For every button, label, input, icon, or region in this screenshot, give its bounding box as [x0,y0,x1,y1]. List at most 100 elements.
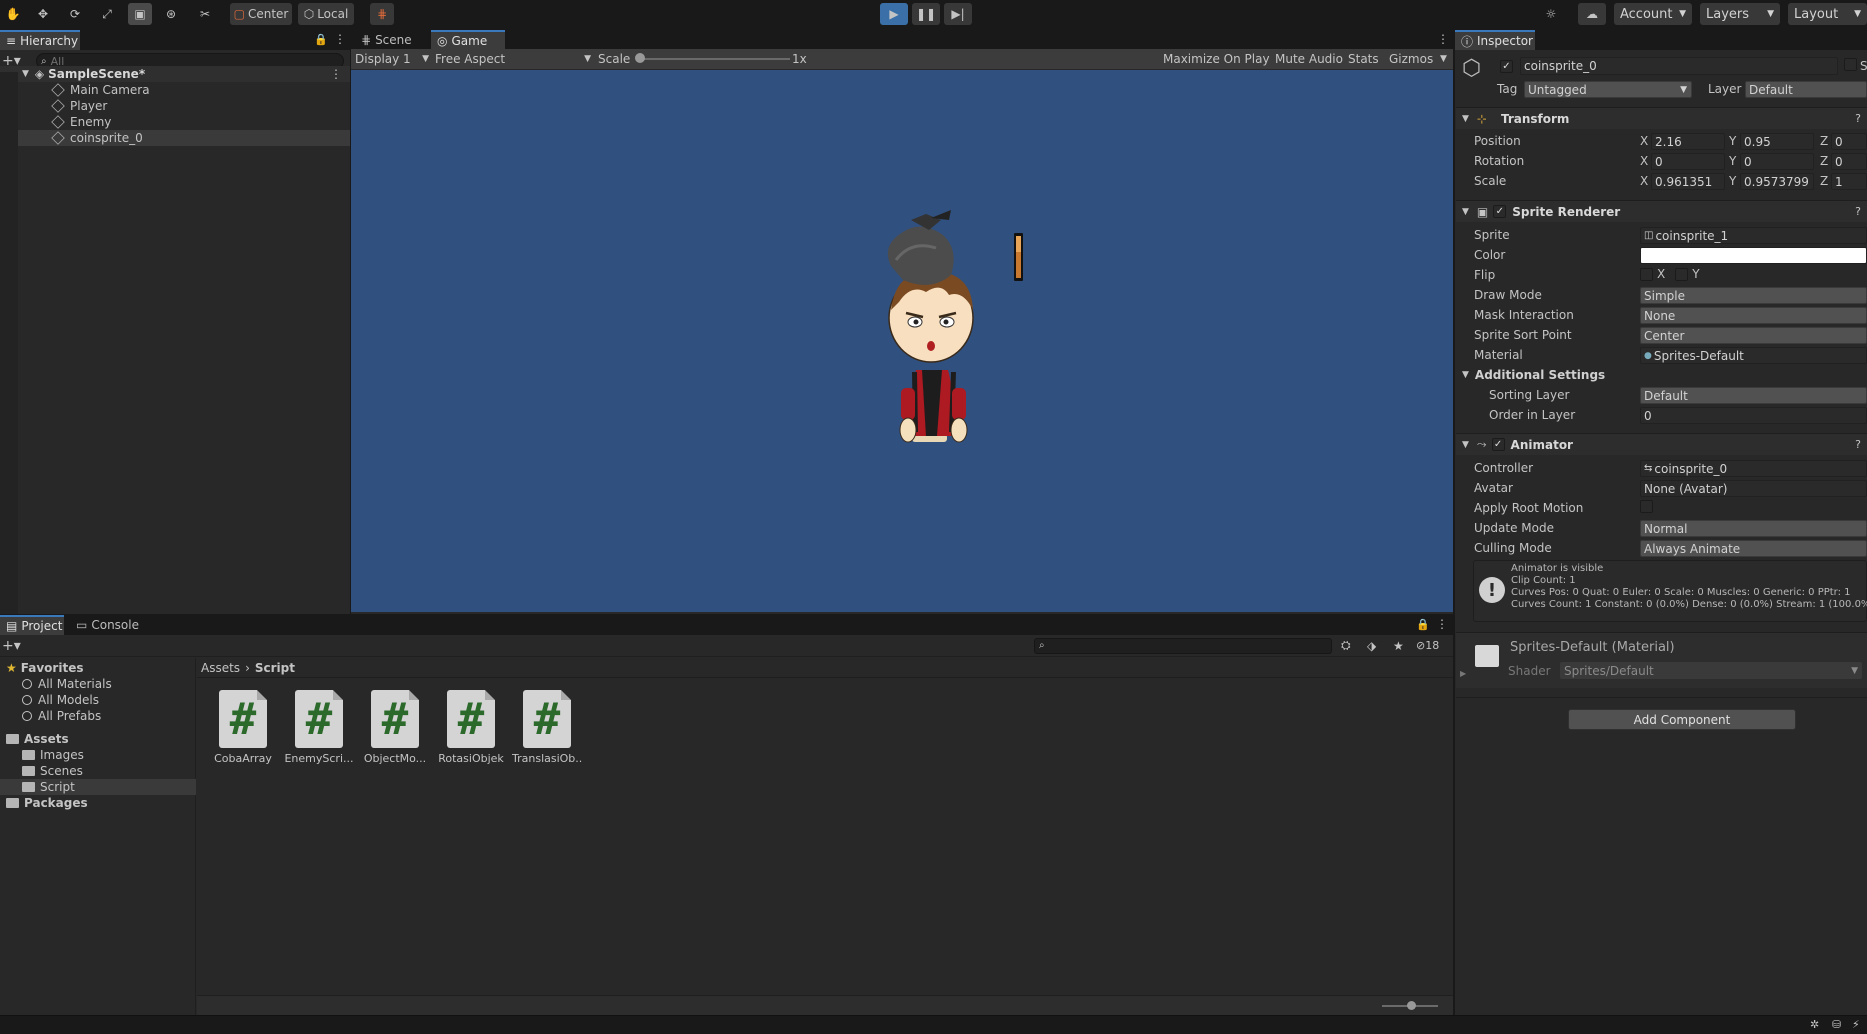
hierarchy-item-main-camera[interactable]: Main Camera [0,82,350,98]
display-dropdown[interactable]: Display 1 ▼ [353,50,429,68]
pivot-local-toggle[interactable]: ⬡ Local [298,3,354,25]
scale-slider-handle[interactable] [635,53,645,63]
scale-y[interactable]: 0.9573799 [1740,173,1814,190]
custom-tool-icon[interactable]: ✂ [194,3,216,25]
step-button[interactable]: ▶| [944,3,972,25]
script-file-enemyscript[interactable]: # EnemyScri... [284,690,354,765]
culling-mode-dropdown[interactable]: Always Animate [1640,540,1867,557]
pivot-center-toggle[interactable]: ▢ Center [230,3,292,25]
scale-x[interactable]: 0.961351 [1651,173,1725,190]
position-x[interactable]: 2.16 [1651,133,1725,150]
mask-interaction-dropdown[interactable]: None [1640,307,1867,324]
maximize-on-play-toggle[interactable]: Maximize On Play [1163,52,1270,66]
layer-dropdown[interactable]: Default [1745,81,1867,98]
update-mode-dropdown[interactable]: Normal [1640,520,1867,537]
scale-tool-icon[interactable]: ⤢ [96,3,118,25]
sprite-renderer-header[interactable]: ▼ ▣ ✓ Sprite Renderer ? [1456,200,1867,222]
lock-icon[interactable]: 🔒 [1416,618,1430,631]
rotation-z[interactable]: 0 [1831,153,1867,170]
folder-images[interactable]: Images [0,747,196,763]
transform-header[interactable]: ▼ ⊹ Transform ? [1456,107,1867,129]
settings-sun-icon[interactable]: ☼ [1538,3,1564,25]
hierarchy-item-coinsprite[interactable]: coinsprite_0 [0,130,350,146]
rotation-x[interactable]: 0 [1651,153,1725,170]
layers-dropdown[interactable]: Layers ▼ [1700,3,1780,25]
rotate-tool-icon[interactable]: ⟳ [64,3,86,25]
animator-enabled-checkbox[interactable]: ✓ [1491,438,1505,451]
help-icon[interactable]: ? [1855,205,1861,218]
draw-mode-dropdown[interactable]: Simple [1640,287,1867,304]
scene-root[interactable]: ▼ ◈ SampleScene* ⋮ [0,66,350,82]
tab-game[interactable]: ◎ Game [431,30,505,50]
script-file-objectmove[interactable]: # ObjectMo... [360,690,430,765]
script-file-translasiobjek[interactable]: # TranslasiOb... [512,690,582,765]
panel-menu-icon[interactable]: ⋮ [1437,32,1449,46]
script-file-rotasiobjek[interactable]: # RotasiObjek [436,690,506,765]
gizmos-dropdown-icon[interactable]: ▼ [1440,54,1447,64]
hierarchy-item-enemy[interactable]: Enemy [0,114,350,130]
play-button[interactable]: ▶ [880,3,908,25]
tab-hierarchy[interactable]: ≡ Hierarchy [0,30,80,50]
account-dropdown[interactable]: Account ▼ [1614,3,1692,25]
sort-point-dropdown[interactable]: Center [1640,327,1867,344]
layout-dropdown[interactable]: Layout ▼ [1788,3,1867,25]
packages-folder[interactable]: Packages [0,795,196,811]
tab-scene[interactable]: ⋕ Scene [355,30,425,50]
fav-all-models[interactable]: All Models [0,692,196,708]
hidden-packages-icon[interactable]: ⊘18 [1416,639,1439,652]
fav-all-materials[interactable]: All Materials [0,676,196,692]
favorite-star-icon[interactable]: ★ [1393,639,1404,653]
flip-y-checkbox[interactable] [1675,267,1689,281]
fav-all-prefabs[interactable]: All Prefabs [0,708,196,724]
favorites-header[interactable]: ★ Favorites [0,660,196,676]
pause-button[interactable]: ❚❚ [912,3,940,25]
help-icon[interactable]: ? [1855,112,1861,125]
additional-settings-foldout[interactable]: ▼ Additional Settings [1462,368,1605,382]
tab-inspector[interactable]: ⓘ Inspector [1455,30,1535,50]
scale-z[interactable]: 1 [1831,173,1867,190]
material-foldout-icon[interactable]: ▶ [1460,669,1466,678]
color-swatch[interactable] [1640,247,1867,264]
tab-console[interactable]: ▭ Console [70,615,148,635]
animator-header[interactable]: ▼ ⤳ ✓ Animator ? [1456,433,1867,455]
transform-tool-icon[interactable]: ⊛ [160,3,182,25]
create-asset-icon[interactable]: +▾ [2,638,21,654]
filter-type-icon[interactable]: ⛭ [1341,638,1351,653]
mute-audio-toggle[interactable]: Mute Audio [1275,52,1343,66]
move-tool-icon[interactable]: ✥ [32,3,54,25]
sprite-field[interactable]: ◫ coinsprite_1 [1640,227,1867,244]
cache-icon[interactable]: ⛁ [1832,1018,1841,1031]
folder-scenes[interactable]: Scenes [0,763,196,779]
debug-icon[interactable]: ✲ [1810,1018,1819,1031]
progress-icon[interactable]: ⚡ [1852,1018,1860,1031]
project-search-input[interactable]: ⌕ [1034,637,1332,654]
avatar-field[interactable]: None (Avatar) [1640,480,1867,497]
cloud-icon[interactable]: ☁ [1578,3,1606,25]
hand-tool-icon[interactable]: ✋ [2,3,24,25]
tag-dropdown[interactable]: Untagged ▼ [1524,81,1692,98]
sprite-renderer-enabled-checkbox[interactable]: ✓ [1493,205,1507,218]
rotation-y[interactable]: 0 [1740,153,1814,170]
controller-field[interactable]: ⇆ coinsprite_0 [1640,460,1867,477]
breadcrumb-script[interactable]: Script [255,661,295,675]
aspect-dropdown[interactable]: Free Aspect ▼ [433,50,591,68]
gizmos-toggle[interactable]: Gizmos [1389,52,1433,66]
sorting-layer-dropdown[interactable]: Default [1640,387,1867,404]
filter-label-icon[interactable]: ⬗ [1367,639,1376,653]
order-in-layer-field[interactable]: 0 [1640,407,1867,424]
script-file-cobaarray[interactable]: # CobaArray [208,690,278,765]
rect-tool-icon[interactable]: ▣ [128,3,152,25]
shader-dropdown[interactable]: Sprites/Default ▼ [1560,662,1862,679]
position-y[interactable]: 0.95 [1740,133,1814,150]
scale-slider[interactable] [638,58,790,60]
scene-menu-icon[interactable]: ⋮ [330,67,342,81]
game-viewport[interactable] [351,70,1453,612]
object-name-field[interactable]: coinsprite_0 [1520,57,1838,75]
panel-menu-icon[interactable]: ⋮ [334,32,346,46]
grid-snap-icon[interactable]: ⋕ [370,3,394,25]
root-motion-checkbox[interactable] [1640,500,1653,513]
icon-size-handle[interactable] [1407,1001,1416,1010]
stats-toggle[interactable]: Stats [1348,52,1379,66]
hierarchy-item-player[interactable]: Player [0,98,350,114]
flip-x-checkbox[interactable] [1640,267,1653,281]
